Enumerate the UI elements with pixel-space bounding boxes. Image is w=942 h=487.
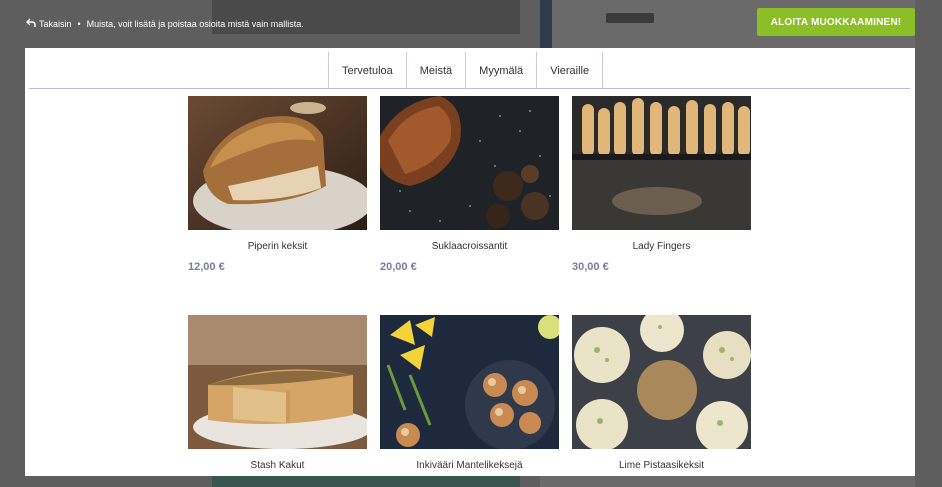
product-card[interactable]: Lime Pistaasikeksit bbox=[572, 315, 751, 471]
background-preview-dark-strip bbox=[540, 0, 552, 48]
back-arrow-icon bbox=[26, 18, 36, 30]
nav-items: Tervetuloa Meistä Myymälä Vieraille bbox=[328, 52, 604, 89]
product-card[interactable]: Inkivääri Mantelikeksejä bbox=[380, 315, 559, 471]
nav-item-tervetuloa[interactable]: Tervetuloa bbox=[328, 52, 406, 89]
notice-text: Muista, voit lisätä ja poistaa osioita m… bbox=[86, 19, 304, 29]
product-image-cookies[interactable] bbox=[380, 315, 559, 449]
background-template-preview-bottom-left bbox=[212, 476, 520, 487]
product-image-cake[interactable] bbox=[188, 315, 367, 449]
product-card[interactable]: Stash Kakut bbox=[188, 315, 367, 471]
product-name[interactable]: Lady Fingers bbox=[572, 241, 751, 252]
product-image-croissant[interactable] bbox=[380, 96, 559, 230]
product-price: 20,00 € bbox=[380, 261, 417, 273]
product-name[interactable]: Inkivääri Mantelikeksejä bbox=[380, 460, 559, 471]
back-link[interactable]: Takaisin bbox=[26, 18, 72, 30]
product-card[interactable]: Suklaacroissantit 20,00 € bbox=[380, 96, 559, 273]
template-preview-panel: Tervetuloa Meistä Myymälä Vieraille Pipe… bbox=[25, 48, 915, 476]
product-name[interactable]: Stash Kakut bbox=[188, 460, 367, 471]
separator-dot: • bbox=[77, 19, 81, 29]
product-price: 12,00 € bbox=[188, 261, 225, 273]
product-name[interactable]: Piperin keksit bbox=[188, 241, 367, 252]
nav-item-meista[interactable]: Meistä bbox=[405, 52, 465, 89]
back-link-label: Takaisin bbox=[39, 19, 72, 29]
product-card[interactable]: Lady Fingers 30,00 € bbox=[572, 96, 751, 273]
product-name[interactable]: Suklaacroissantit bbox=[380, 241, 559, 252]
site-navigation: Tervetuloa Meistä Myymälä Vieraille bbox=[29, 52, 910, 89]
background-preview-button bbox=[606, 13, 654, 23]
top-info-bar: Takaisin • Muista, voit lisätä ja poista… bbox=[26, 16, 304, 32]
nav-item-vieraille[interactable]: Vieraille bbox=[536, 52, 604, 89]
product-image-bread[interactable] bbox=[188, 96, 367, 230]
start-editing-button[interactable]: ALOITA MUOKKAAMINEN! bbox=[757, 8, 915, 36]
background-template-preview-bottom-right bbox=[540, 476, 915, 487]
product-image-pistachio[interactable] bbox=[572, 315, 751, 449]
product-price: 30,00 € bbox=[572, 261, 609, 273]
nav-item-myymala[interactable]: Myymälä bbox=[465, 52, 536, 89]
product-card[interactable]: Piperin keksit 12,00 € bbox=[188, 96, 367, 273]
product-image-lady-fingers[interactable] bbox=[572, 96, 751, 230]
product-name[interactable]: Lime Pistaasikeksit bbox=[572, 460, 751, 471]
